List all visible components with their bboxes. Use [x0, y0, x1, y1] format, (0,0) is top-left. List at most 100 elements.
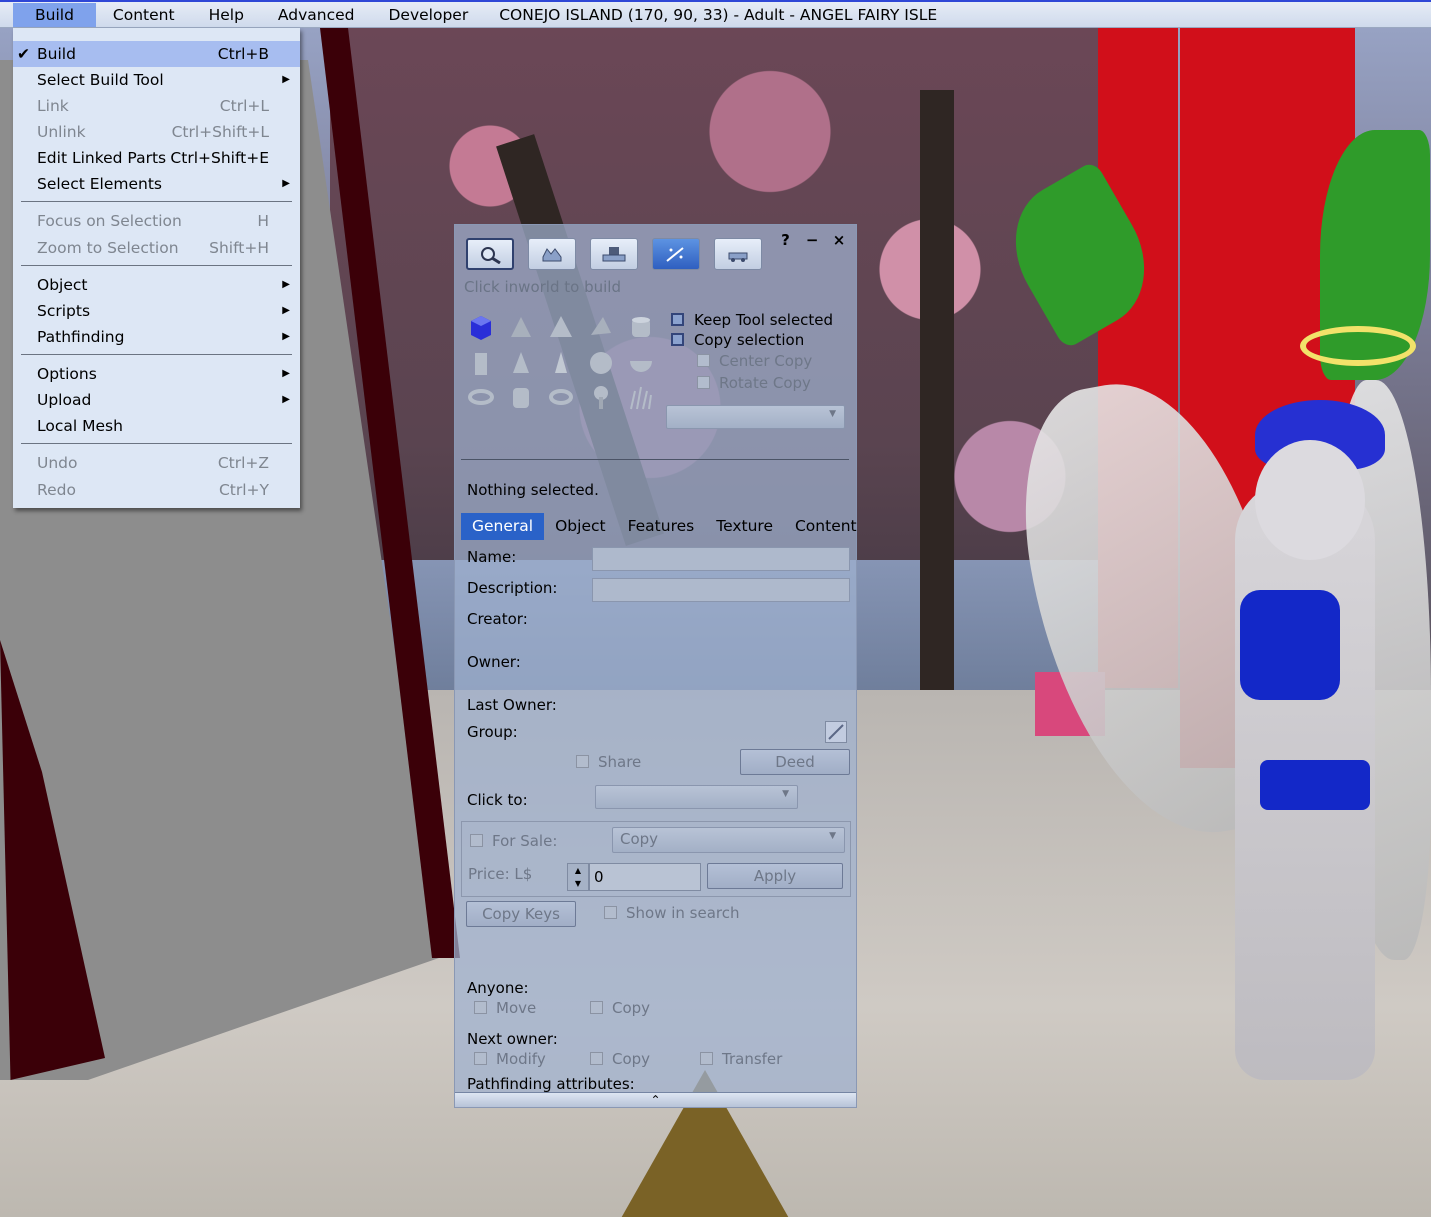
anyone-move-checkbox[interactable] [474, 1001, 487, 1014]
keep-tool-selected-checkbox[interactable] [671, 313, 684, 326]
copy-keys-button[interactable]: Copy Keys [466, 901, 576, 927]
menu-separator [21, 201, 292, 202]
description-field[interactable] [592, 578, 850, 602]
anyone-copy-checkbox[interactable] [590, 1001, 603, 1014]
submenu-arrow-icon: ▶ [282, 279, 290, 290]
ring-shape-icon[interactable] [547, 383, 575, 411]
menu-developer[interactable]: Developer [371, 3, 485, 27]
creator-label: Creator: [467, 610, 528, 628]
sphere-shape-icon[interactable] [587, 349, 615, 377]
menu-item-label: Scripts [37, 302, 91, 320]
menu-item-shortcut: Ctrl+L [219, 97, 269, 115]
menu-item-label: Object [37, 276, 88, 294]
pyramid-shape-icon[interactable] [547, 313, 575, 341]
menu-item-redo[interactable]: Redo Ctrl+Y [13, 477, 300, 503]
tree-shape-icon[interactable] [587, 383, 615, 411]
expand-panel-button[interactable]: ⌃ [455, 1092, 856, 1107]
menu-item-zoom-to-selection[interactable]: Zoom to Selection Shift+H [13, 235, 300, 261]
copy-selection-checkbox[interactable] [671, 333, 684, 346]
move-tool-button[interactable] [528, 238, 576, 270]
focus-tool-button[interactable] [466, 238, 514, 270]
click-to-label: Click to: [467, 791, 528, 809]
center-copy-checkbox[interactable] [697, 354, 710, 367]
anyone-copy-label: Copy [612, 999, 651, 1017]
cylinder-shape-icon[interactable] [627, 313, 655, 341]
minimize-icon[interactable]: − [801, 231, 823, 249]
next-owner-modify-checkbox[interactable] [474, 1052, 487, 1065]
price-spinner[interactable]: ▲ ▼ [567, 863, 589, 891]
menu-item-link[interactable]: Link Ctrl+L [13, 93, 300, 119]
menu-item-scripts[interactable]: Scripts ▶ [13, 298, 300, 324]
menu-item-shortcut: Ctrl+B [217, 45, 269, 63]
menu-item-undo[interactable]: Undo Ctrl+Z [13, 450, 300, 476]
tab-general[interactable]: General [461, 513, 545, 540]
tab-texture[interactable]: Texture [705, 513, 784, 540]
menu-item-object[interactable]: Object ▶ [13, 272, 300, 298]
for-sale-label: For Sale: [492, 832, 558, 850]
tab-features[interactable]: Features [617, 513, 706, 540]
menu-item-options[interactable]: Options ▶ [13, 361, 300, 387]
next-owner-modify-label: Modify [496, 1050, 546, 1068]
grass-shape-icon[interactable] [627, 383, 655, 411]
menu-item-upload[interactable]: Upload ▶ [13, 387, 300, 413]
torus-shape-icon[interactable] [467, 383, 495, 411]
menu-help[interactable]: Help [192, 3, 261, 27]
sale-type-dropdown[interactable]: Copy ▼ [612, 827, 845, 853]
menu-item-build[interactable]: ✔ Build Ctrl+B [13, 41, 300, 67]
deed-button[interactable]: Deed [740, 749, 850, 775]
menu-content[interactable]: Content [96, 3, 192, 27]
region-location[interactable]: CONEJO ISLAND (170, 90, 33) - Adult - AN… [499, 6, 937, 24]
cone-shape-icon[interactable] [507, 349, 535, 377]
menu-item-select-elements[interactable]: Select Elements ▶ [13, 171, 300, 197]
menu-item-shortcut: H [257, 212, 269, 230]
share-checkbox[interactable] [576, 755, 589, 768]
land-tool-button[interactable] [714, 238, 762, 270]
edit-tool-button[interactable] [590, 238, 638, 270]
close-icon[interactable]: × [828, 231, 850, 249]
menu-advanced[interactable]: Advanced [261, 3, 372, 27]
submenu-arrow-icon: ▶ [282, 74, 290, 85]
menu-separator [21, 443, 292, 444]
menu-item-local-mesh[interactable]: Local Mesh [13, 413, 300, 439]
for-sale-checkbox[interactable] [470, 834, 483, 847]
apply-button[interactable]: Apply [707, 863, 843, 889]
next-owner-label: Next owner: [467, 1030, 558, 1048]
menu-build[interactable]: Build [13, 2, 96, 27]
show-in-search-checkbox[interactable] [604, 906, 617, 919]
cube-shape-icon[interactable] [467, 313, 495, 341]
for-sale-group: For Sale: Copy ▼ Price: L$ ▲ ▼ 0 Apply [461, 821, 851, 897]
tab-object[interactable]: Object [544, 513, 616, 540]
rotate-copy-checkbox[interactable] [697, 376, 710, 389]
next-owner-copy-checkbox[interactable] [590, 1052, 603, 1065]
hemicylinder-shape-icon[interactable] [467, 349, 495, 377]
menu-separator [21, 265, 292, 266]
help-icon[interactable]: ? [774, 231, 796, 249]
edit-group-button[interactable] [825, 721, 847, 743]
hemicone-shape-icon[interactable] [547, 349, 575, 377]
divider [461, 459, 849, 460]
name-field[interactable] [592, 547, 850, 571]
click-action-dropdown[interactable]: ▼ [595, 785, 798, 809]
anyone-label: Anyone: [467, 979, 529, 997]
menu-item-focus-on-selection[interactable]: Focus on Selection H [13, 208, 300, 234]
next-owner-transfer-checkbox[interactable] [700, 1052, 713, 1065]
tube-shape-icon[interactable] [507, 383, 535, 411]
magic-wand-icon [666, 247, 684, 262]
menu-item-select-build-tool[interactable]: Select Build Tool ▶ [13, 67, 300, 93]
tab-content[interactable]: Content [784, 513, 868, 540]
menu-item-label: Redo [37, 481, 76, 499]
prism-shape-icon[interactable] [507, 313, 535, 341]
floater-tabs: General Object Features Texture Content [461, 513, 857, 540]
menu-item-pathfinding[interactable]: Pathfinding ▶ [13, 324, 300, 350]
tetrahedron-shape-icon[interactable] [587, 313, 615, 341]
create-options-dropdown[interactable]: ▼ [666, 405, 845, 429]
menu-item-unlink[interactable]: Unlink Ctrl+Shift+L [13, 119, 300, 145]
hemisphere-shape-icon[interactable] [627, 349, 655, 377]
submenu-arrow-icon: ▶ [282, 331, 290, 342]
name-label: Name: [467, 548, 517, 566]
menu-item-label: Focus on Selection [37, 212, 182, 230]
chevron-down-icon: ▼ [829, 831, 836, 841]
create-tool-button[interactable] [652, 238, 700, 270]
menu-item-edit-linked-parts[interactable]: Edit Linked Parts Ctrl+Shift+E [13, 145, 300, 171]
price-input[interactable]: 0 [589, 863, 701, 891]
